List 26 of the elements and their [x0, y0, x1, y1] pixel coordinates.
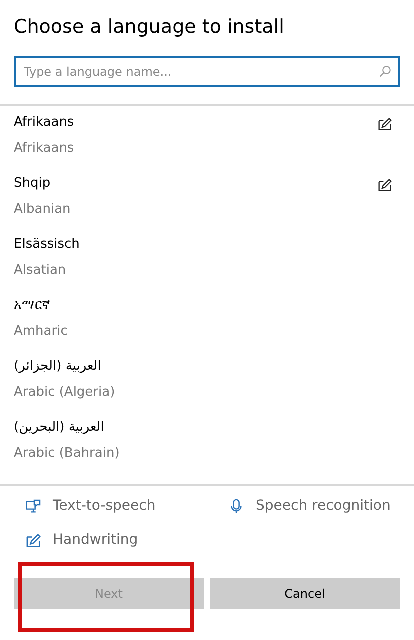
language-english-name: Arabic (Bahrain) [14, 445, 120, 463]
language-english-name: Amharic [14, 323, 68, 341]
search-field[interactable]: Type a language name... [14, 56, 400, 87]
language-english-name: Alsatian [14, 262, 68, 280]
language-item[interactable]: Afrikaans Afrikaans [0, 114, 414, 175]
dialog-title: Choose a language to install [14, 15, 286, 40]
feature-label: Handwriting [53, 532, 138, 548]
language-english-name: Albanian [14, 201, 71, 219]
language-native-name: العربية (الجزائر) [14, 358, 102, 376]
language-native-name: Shqip [14, 175, 52, 193]
language-native-name: Afrikaans [14, 114, 74, 132]
language-native-name: አማርኛ [14, 297, 51, 315]
language-native-name: العربية (البحرين) [14, 419, 106, 437]
monitor-icon [26, 498, 41, 514]
language-english-name: Afrikaans [14, 140, 74, 158]
search-icon [379, 65, 392, 78]
microphone-icon [229, 498, 244, 514]
language-english-name: Arabic (Algeria) [14, 384, 116, 402]
handwriting-icon [26, 532, 41, 548]
language-native-name: Elsässisch [14, 236, 80, 254]
dialog-button[interactable]: Cancel [210, 578, 400, 609]
language-item[interactable]: Elsässisch Alsatian [0, 236, 414, 297]
language-item[interactable]: አማርኛ Amharic [0, 297, 414, 358]
language-item[interactable]: Shqip Albanian [0, 175, 414, 236]
feature-label: Speech recognition [256, 498, 391, 514]
feature-label: Text-to-speech [53, 498, 156, 514]
